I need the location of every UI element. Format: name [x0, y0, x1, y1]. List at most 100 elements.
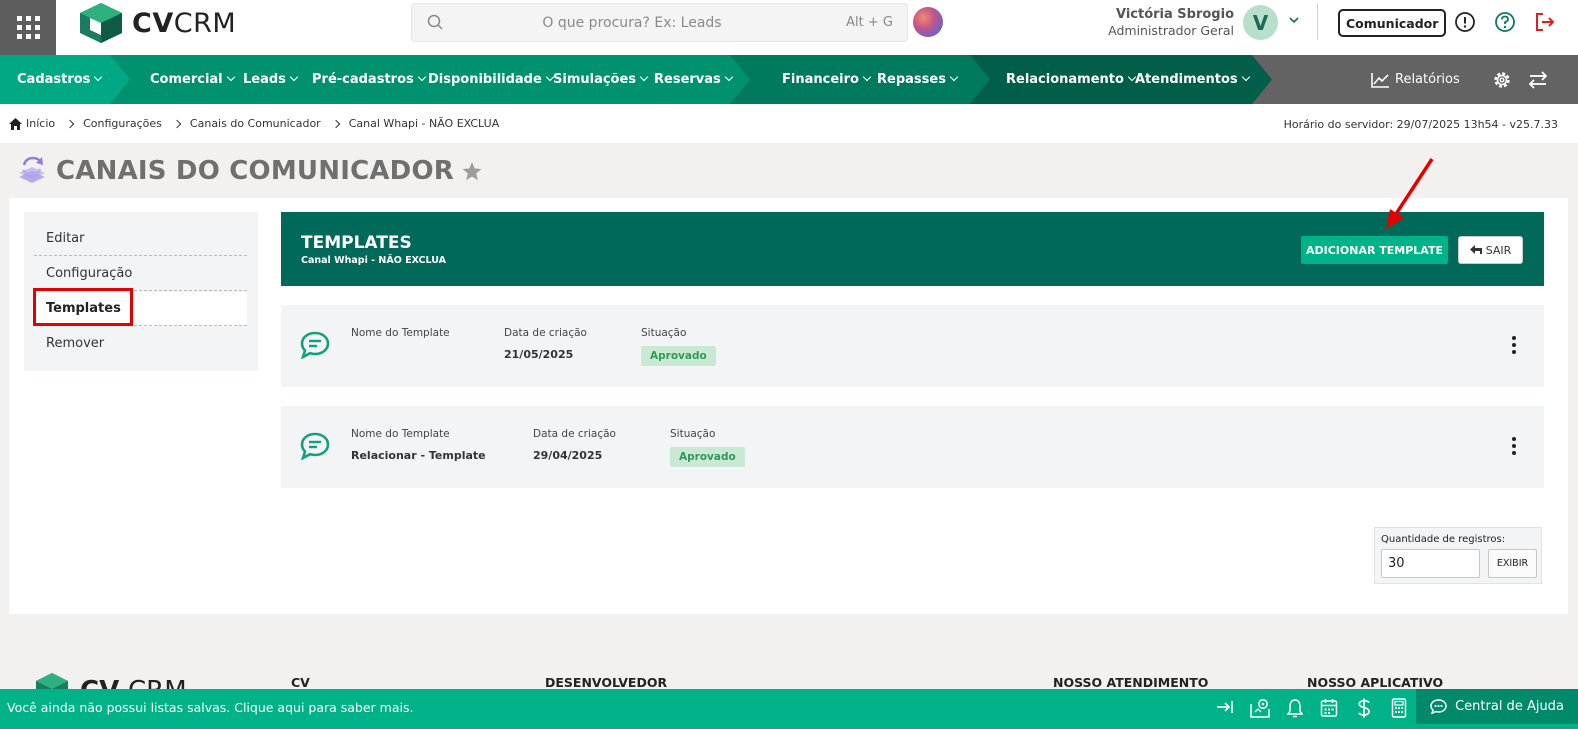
nav-simulacoes[interactable]: Simulações: [553, 55, 649, 104]
template-card[interactable]: Nome do Template Data de criação 21/05/2…: [281, 305, 1544, 387]
template-name-field: Nome do Template Relacionar - Template: [351, 428, 486, 462]
more-options-icon[interactable]: [1512, 336, 1516, 354]
svg-text:CRM: CRM: [128, 676, 187, 689]
side-item-editar[interactable]: Editar: [34, 222, 247, 256]
channels-icon: [19, 156, 45, 183]
records-per-page: Quantidade de registros: EXIBIR: [1374, 527, 1542, 584]
template-card[interactable]: Nome do Template Relacionar - Template D…: [281, 406, 1544, 488]
breadcrumb: Início Configurações Canais do Comunicad…: [9, 117, 499, 130]
info-icon[interactable]: [1454, 11, 1476, 33]
calendar-icon[interactable]: [1320, 698, 1338, 718]
footer-heading-desenvolvedor: DESENVOLVEDOR: [545, 675, 668, 690]
swap-icon[interactable]: [1528, 70, 1548, 90]
breadcrumb-canais[interactable]: Canais do Comunicador: [190, 117, 321, 130]
avatar[interactable]: V: [1243, 5, 1278, 40]
server-time: Horário do servidor: 29/07/2025 13h54 - …: [1283, 118, 1558, 131]
template-status-field: Situação Aprovado: [641, 327, 716, 366]
logout-icon[interactable]: [1534, 11, 1556, 33]
collapse-right-icon[interactable]: [1216, 698, 1234, 716]
chevron-down-icon[interactable]: [1288, 14, 1300, 26]
dollar-icon[interactable]: [1357, 698, 1371, 718]
templates-subtitle: Canal Whapi - NÃO EXCLUA: [301, 255, 447, 266]
nav-comercial[interactable]: Comercial: [150, 55, 235, 104]
favorite-star-icon[interactable]: [462, 161, 482, 181]
home-icon[interactable]: [9, 117, 22, 130]
breadcrumb-bar: Início Configurações Canais do Comunicad…: [0, 104, 1578, 143]
nav-relatorios-label: Relatórios: [1395, 72, 1460, 87]
status-badge: Aprovado: [641, 346, 716, 366]
comunicador-button[interactable]: Comunicador: [1338, 9, 1447, 37]
nav-repasses[interactable]: Repasses: [877, 55, 959, 104]
cvcrm-logo[interactable]: CVCRM: [80, 3, 236, 43]
chat-bubble-icon: [300, 432, 330, 460]
page-title: CANAIS DO COMUNICADOR: [18, 155, 482, 187]
records-label: Quantidade de registros:: [1381, 534, 1506, 545]
help-icon[interactable]: [1494, 11, 1516, 33]
side-item-remover[interactable]: Remover: [34, 327, 247, 361]
nav-pre-cadastros[interactable]: Pré-cadastros: [312, 55, 426, 104]
template-date-field: Data de criação 29/04/2025: [533, 428, 616, 462]
reply-arrow-icon: [1469, 245, 1482, 254]
chevron-right-icon: [65, 119, 75, 128]
nav-financeiro[interactable]: Financeiro: [782, 55, 872, 104]
calculator-icon[interactable]: [1391, 698, 1407, 718]
nav-relacionamento[interactable]: Relacionamento: [1006, 55, 1137, 104]
template-status-field: Situação Aprovado: [670, 428, 745, 467]
footer-heading-cv: CV: [291, 675, 310, 690]
exibir-button[interactable]: EXIBIR: [1488, 549, 1537, 578]
status-badge: Aprovado: [670, 447, 745, 467]
apps-menu-button[interactable]: [0, 0, 56, 55]
records-input[interactable]: [1381, 549, 1480, 578]
search-box[interactable]: Alt + G: [411, 3, 908, 42]
nav-atendimentos[interactable]: Atendimentos: [1135, 55, 1250, 104]
bell-icon[interactable]: [1286, 698, 1304, 718]
page-title-text: CANAIS DO COMUNICADOR: [56, 156, 454, 186]
nav-disponibilidade[interactable]: Disponibilidade: [428, 55, 555, 104]
bottom-bar: Você ainda não possui listas salvas. Cli…: [0, 689, 1578, 729]
more-options-icon[interactable]: [1512, 437, 1516, 455]
cvcrm-logo-icon: [80, 3, 122, 43]
breadcrumb-current: Canal Whapi - NÃO EXCLUA: [348, 117, 500, 130]
help-center-button[interactable]: Central de Ajuda: [1416, 689, 1578, 724]
side-item-configuracao[interactable]: Configuração: [34, 257, 247, 291]
chart-line-icon: [1371, 72, 1389, 88]
logo-text: CVCRM: [132, 7, 237, 39]
add-template-button[interactable]: ADICIONAR TEMPLATE: [1301, 236, 1448, 264]
annotation-arrow: [1386, 158, 1434, 229]
footer-heading-atendimento: NOSSO ATENDIMENTO: [1053, 675, 1209, 690]
template-name: Relacionar - Template: [351, 449, 486, 462]
user-role: Administrador Geral: [1108, 23, 1234, 38]
search-shortcut: Alt + G: [846, 15, 893, 30]
svg-text:CV: CV: [80, 676, 119, 689]
template-name-field: Nome do Template: [351, 327, 450, 339]
saved-lists-message[interactable]: Você ainda não possui listas salvas. Cli…: [7, 700, 413, 715]
nav-relatorios[interactable]: Relatórios: [1371, 55, 1460, 104]
main-nav: Cadastros Comercial Leads Pré-cadastros …: [0, 55, 1578, 104]
templates-header: TEMPLATES Canal Whapi - NÃO EXCLUA ADICI…: [281, 212, 1544, 286]
template-date: 29/04/2025: [533, 449, 603, 462]
gear-icon[interactable]: [1492, 70, 1512, 90]
chat-bubble-icon: [300, 331, 330, 359]
exit-label: SAIR: [1485, 243, 1512, 257]
chat-dots-icon: [1430, 699, 1447, 714]
apps-grid-icon: [16, 16, 40, 39]
help-center-label: Central de Ajuda: [1455, 699, 1564, 714]
annotation-highlight-box: [33, 288, 133, 326]
chevron-right-icon: [331, 119, 340, 128]
exit-button[interactable]: SAIR: [1458, 236, 1523, 264]
map-pin-icon[interactable]: [1250, 698, 1270, 718]
breadcrumb-home[interactable]: Início: [26, 117, 55, 130]
assistant-bubble-icon[interactable]: [913, 7, 943, 37]
breadcrumb-configuracoes[interactable]: Configurações: [83, 117, 162, 130]
header-divider: [1317, 4, 1318, 40]
nav-reservas[interactable]: Reservas: [654, 55, 734, 104]
search-input[interactable]: [452, 4, 812, 41]
footer-heading-aplicativo: NOSSO APLICATIVO: [1307, 675, 1444, 690]
nav-cadastros[interactable]: Cadastros: [17, 55, 103, 104]
top-header: CVCRM Alt + G Victória Sbrogio Administr…: [0, 0, 1578, 55]
user-name: Victória Sbrogio: [1115, 7, 1234, 22]
chevron-right-icon: [172, 119, 182, 128]
footer-logo: CV CRM: [36, 673, 196, 689]
user-info[interactable]: Victória Sbrogio Administrador Geral: [1108, 7, 1234, 39]
nav-leads[interactable]: Leads: [243, 55, 299, 104]
